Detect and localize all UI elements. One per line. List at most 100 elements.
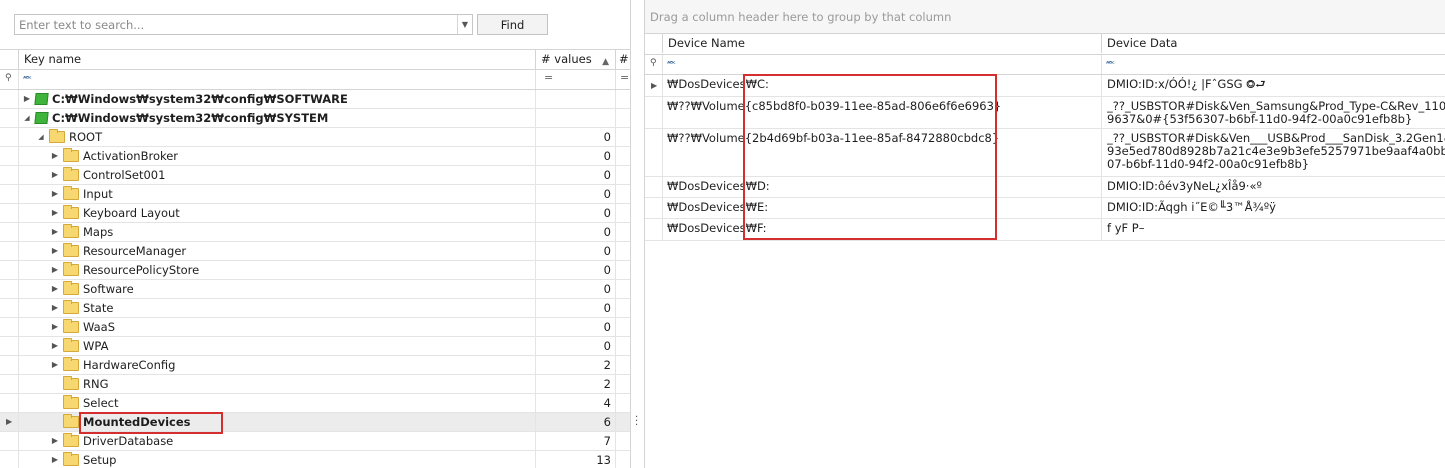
key-name-cell[interactable]: ▶ ControlSet001 [19,166,536,184]
column-header-values-count[interactable]: # values ▲ [536,50,616,69]
device-data-cell[interactable]: _??_USBSTOR#Disk&Ven_Samsung&Prod_Type-C… [1102,97,1445,128]
value-row[interactable]: ₩??₩Volume{2b4d69bf-b03a-11ee-85af-84728… [645,129,1445,177]
expand-arrow-icon[interactable]: ▶ [51,341,59,350]
filter-device-data[interactable]: ᴬᴮᶜ [1102,55,1445,74]
key-name-cell[interactable]: ▶ WaaS [19,318,536,336]
key-name-cell[interactable]: ▶ Keyboard Layout [19,204,536,222]
collapse-arrow-icon[interactable]: ◢ [37,133,45,141]
key-name-cell[interactable]: ▶ ResourceManager [19,242,536,260]
values-count-cell: 0 [536,318,616,336]
group-by-panel[interactable]: Drag a column header here to group by th… [645,0,1445,34]
expand-arrow-icon[interactable]: ▶ [51,455,59,464]
device-data-cell[interactable]: _??_USBSTOR#Disk&Ven___USB&Prod___SanDis… [1102,129,1445,176]
tree-row[interactable]: ▶ C:₩Windows₩system32₩config₩SOFTWARE [0,90,630,109]
tree-row[interactable]: ▶ ResourceManager 0 [0,242,630,261]
row-indicator [0,147,19,165]
key-name-cell[interactable]: ▶ Software [19,280,536,298]
value-row[interactable]: ₩DosDevices₩E: DMIO:ID:Ãqgh i˝E©╙3™Å¾ºÿ [645,198,1445,219]
value-row[interactable]: ₩DosDevices₩F: f yF P– [645,219,1445,241]
device-data-cell[interactable]: DMIO:ID:ôév3yNeL¿xÎå9·«º [1102,177,1445,197]
key-name-cell[interactable]: ▶ State [19,299,536,317]
device-data-cell[interactable]: DMIO:ID:x/ÓÓ!¿ |FˆGSG ⭗⮐ [1102,75,1445,96]
device-name-cell[interactable]: ₩DosDevices₩D: [663,177,1102,197]
extra-cell [616,413,630,431]
device-name-cell[interactable]: ₩??₩Volume{c85bd8f0-b039-11ee-85ad-806e6… [663,97,1102,128]
search-box[interactable]: ▼ [14,14,473,35]
device-name-cell[interactable]: ₩DosDevices₩E: [663,198,1102,218]
key-name-cell[interactable]: ▶ ActivationBroker [19,147,536,165]
key-name-cell[interactable]: ▶ Setup [19,451,536,468]
expand-arrow-icon[interactable]: ▶ [51,151,59,160]
column-header-values-label: # values [541,52,592,66]
expand-arrow-icon[interactable]: ▶ [23,94,31,103]
expand-arrow-icon[interactable]: ▶ [51,189,59,198]
column-header-extra[interactable]: # [616,50,630,69]
folder-icon [63,357,79,371]
tree-row[interactable]: ▶ ControlSet001 0 [0,166,630,185]
key-name-cell[interactable]: ▶ DriverDatabase [19,432,536,450]
column-header-device-data[interactable]: Device Data [1102,34,1445,53]
filter-device-name[interactable]: ᴬᴮᶜ [663,55,1102,74]
column-header-device-name[interactable]: Device Name [663,34,1102,53]
expand-arrow-icon[interactable]: ▶ [51,322,59,331]
tree-row[interactable]: Select 4 [0,394,630,413]
filter-values-count[interactable]: = [536,70,616,89]
expand-arrow-icon[interactable]: ▶ [51,170,59,179]
pane-splitter[interactable]: · · · [631,0,645,468]
tree-row[interactable]: ▶ MountedDevices 6 [0,413,630,432]
value-row[interactable]: ▶ ₩DosDevices₩C: DMIO:ID:x/ÓÓ!¿ |FˆGSG ⭗⮐ [645,75,1445,97]
key-name-cell[interactable]: ▶ Input [19,185,536,203]
tree-row[interactable]: ▶ ActivationBroker 0 [0,147,630,166]
tree-row[interactable]: ▶ WPA 0 [0,337,630,356]
expand-arrow-icon[interactable]: ▶ [51,246,59,255]
column-header-key-name[interactable]: Key name [19,50,536,69]
expand-arrow-icon[interactable]: ▶ [51,360,59,369]
key-name-cell[interactable]: MountedDevices [19,413,536,431]
tree-row[interactable]: ▶ Maps 0 [0,223,630,242]
device-data-cell[interactable]: DMIO:ID:Ãqgh i˝E©╙3™Å¾ºÿ [1102,198,1445,218]
tree-row[interactable]: ▶ WaaS 0 [0,318,630,337]
key-name-cell[interactable]: ▶ ResourcePolicyStore [19,261,536,279]
search-input[interactable] [15,15,458,34]
tree-row[interactable]: ▶ HardwareConfig 2 [0,356,630,375]
key-name-cell[interactable]: ▶ HardwareConfig [19,356,536,374]
collapse-arrow-icon[interactable]: ◢ [23,114,31,122]
key-name-cell[interactable]: ▶ C:₩Windows₩system32₩config₩SOFTWARE [19,90,536,108]
find-button[interactable]: Find [477,14,548,35]
chevron-down-icon[interactable]: ▼ [457,15,472,34]
key-name-cell[interactable]: ◢ C:₩Windows₩system32₩config₩SYSTEM [19,109,536,127]
device-name-cell[interactable]: ₩DosDevices₩C: [663,75,1102,96]
tree-row[interactable]: ▶ ResourcePolicyStore 0 [0,261,630,280]
tree-row[interactable]: ▶ Software 0 [0,280,630,299]
filter-extra[interactable]: = [616,70,630,89]
tree-row[interactable]: ◢ ROOT 0 [0,128,630,147]
value-row[interactable]: ₩??₩Volume{c85bd8f0-b039-11ee-85ad-806e6… [645,97,1445,129]
expand-arrow-icon[interactable]: ▶ [51,227,59,236]
value-row[interactable]: ₩DosDevices₩D: DMIO:ID:ôév3yNeL¿xÎå9·«º [645,177,1445,198]
device-name-cell[interactable]: ₩??₩Volume{2b4d69bf-b03a-11ee-85af-84728… [663,129,1102,176]
tree-row[interactable]: ▶ Setup 13 [0,451,630,468]
tree-row[interactable]: ▶ DriverDatabase 7 [0,432,630,451]
expand-arrow-icon[interactable]: ▶ [51,284,59,293]
splitter-grip-icon[interactable]: · · · [635,413,638,431]
device-name-cell[interactable]: ₩DosDevices₩F: [663,219,1102,240]
tree-row[interactable]: ▶ State 0 [0,299,630,318]
key-name-cell[interactable]: ◢ ROOT [19,128,536,146]
key-name-cell[interactable]: Select [19,394,536,412]
key-name-cell[interactable]: ▶ Maps [19,223,536,241]
row-indicator [0,185,19,203]
equals-filter-icon: = [620,71,630,84]
expand-arrow-icon[interactable]: ▶ [51,303,59,312]
filter-key-name[interactable]: ᴬᴮᶜ [19,70,536,89]
tree-row[interactable]: ▶ Keyboard Layout 0 [0,204,630,223]
folder-icon [63,300,79,314]
tree-row[interactable]: RNG 2 [0,375,630,394]
expand-arrow-icon[interactable]: ▶ [51,436,59,445]
key-name-cell[interactable]: ▶ WPA [19,337,536,355]
expand-arrow-icon[interactable]: ▶ [51,208,59,217]
tree-row[interactable]: ▶ Input 0 [0,185,630,204]
device-data-cell[interactable]: f yF P– [1102,219,1445,240]
tree-row[interactable]: ◢ C:₩Windows₩system32₩config₩SYSTEM [0,109,630,128]
expand-arrow-icon[interactable]: ▶ [51,265,59,274]
key-name-cell[interactable]: RNG [19,375,536,393]
